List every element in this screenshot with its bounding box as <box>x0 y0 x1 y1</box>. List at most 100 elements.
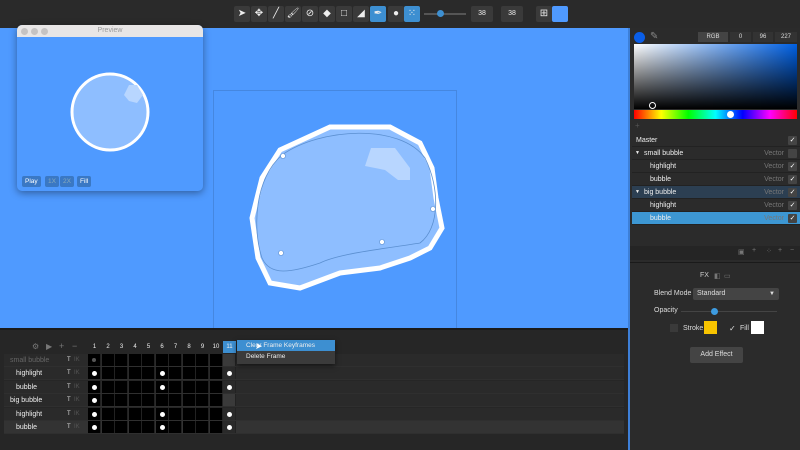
tween-toggle[interactable]: T <box>67 421 71 434</box>
speed-1x-button[interactable]: 1X <box>45 176 59 187</box>
fill-slash-tool-icon[interactable]: ⊘ <box>302 6 318 22</box>
timeline-row[interactable]: bubble T IK <box>4 421 624 434</box>
frame-cell[interactable] <box>101 421 115 433</box>
frame-cell[interactable] <box>128 367 142 380</box>
export-tab-icon[interactable]: ▭ <box>724 272 731 280</box>
add-swatch-icon[interactable]: + <box>635 121 640 130</box>
saturation-value-picker[interactable] <box>634 44 797 109</box>
frame-cell[interactable] <box>101 407 115 420</box>
keyframe-dot[interactable] <box>92 371 97 377</box>
frame-cell[interactable] <box>101 394 115 407</box>
frame-cell[interactable] <box>142 421 155 433</box>
frame-cell[interactable] <box>196 367 209 380</box>
layer-visibility-checkbox[interactable]: ✓ <box>788 162 797 171</box>
frame-cell[interactable] <box>142 407 155 420</box>
frame-cell[interactable] <box>142 394 155 407</box>
layer-tab-icon[interactable]: ◧ <box>714 272 721 280</box>
zoom-window-button[interactable] <box>41 28 48 35</box>
ik-toggle[interactable]: IK <box>74 421 80 434</box>
keyframe-dot[interactable] <box>159 371 165 377</box>
frame-cell[interactable] <box>115 354 128 366</box>
keyframe-dot[interactable] <box>159 425 165 430</box>
disclosure-triangle-icon[interactable]: ▼ <box>635 147 640 160</box>
brush-size-slider[interactable] <box>424 10 466 17</box>
preview-titlebar[interactable]: Preview <box>17 25 203 37</box>
frame-cell[interactable] <box>115 421 128 433</box>
layer-visibility-checkbox[interactable]: ✓ <box>788 201 797 210</box>
keyframe-dot[interactable] <box>227 411 232 417</box>
effects-tab-icon[interactable]: FX <box>700 272 709 279</box>
frame-cell[interactable] <box>169 421 182 433</box>
frame-cell[interactable] <box>169 354 182 366</box>
delete-frame-menu-item[interactable]: Delete Frame <box>237 351 335 362</box>
frame-cell[interactable] <box>128 380 142 393</box>
frame-cell[interactable] <box>88 367 101 380</box>
frame-cell[interactable] <box>101 380 115 393</box>
frame-cell[interactable] <box>182 394 196 407</box>
blue-input[interactable]: 227 <box>775 32 797 42</box>
pen-vector-tool-icon[interactable]: ✒ <box>370 6 386 22</box>
frame-cell[interactable] <box>101 354 115 366</box>
keyframe-dot[interactable] <box>92 398 97 404</box>
frame-cell[interactable] <box>155 407 169 420</box>
frame-cell[interactable] <box>182 354 196 366</box>
frame-number[interactable]: 8 <box>183 341 196 353</box>
keyframe-dot[interactable] <box>227 425 232 430</box>
layer-row[interactable]: bubble Vector ✓ <box>632 212 800 225</box>
frame-cell[interactable] <box>223 394 236 407</box>
keyframe-dot[interactable] <box>159 411 165 417</box>
play-button[interactable]: Play <box>22 176 41 187</box>
add-layer-icon[interactable]: + <box>752 247 756 254</box>
play-icon[interactable]: ▶ <box>46 342 52 351</box>
frame-cell[interactable] <box>209 367 223 380</box>
frame-cell[interactable] <box>209 354 223 366</box>
frame-cell[interactable] <box>169 380 182 393</box>
frame-number[interactable]: 9 <box>196 341 209 353</box>
clear-frame-keyframes-menu-item[interactable]: Clear Frame Keyframes <box>237 340 335 351</box>
layer-row[interactable]: ▼ big bubble Vector ✓ <box>632 186 800 199</box>
frame-cell[interactable] <box>155 367 169 380</box>
frame-cell[interactable] <box>115 394 128 407</box>
frame-cell[interactable] <box>182 421 196 433</box>
frame-number[interactable]: 4 <box>129 341 142 353</box>
settings-gear-icon[interactable]: ⚙ <box>32 342 39 351</box>
ik-toggle[interactable]: IK <box>74 367 80 380</box>
opacity-slider[interactable] <box>681 308 777 315</box>
tween-toggle[interactable]: T <box>67 394 71 407</box>
frame-cell[interactable] <box>223 367 236 380</box>
frame-cell[interactable] <box>88 407 101 420</box>
frame-cell[interactable] <box>196 421 209 433</box>
frame-cell[interactable] <box>223 407 236 420</box>
layer-row[interactable]: highlight Vector ✓ <box>632 199 800 212</box>
delete-layer-icon[interactable]: − <box>790 247 794 254</box>
canvas-color-swatch[interactable] <box>552 6 568 22</box>
frame-cell[interactable] <box>209 380 223 393</box>
frame-cell[interactable] <box>128 394 142 407</box>
remove-frame-icon[interactable]: − <box>72 341 77 351</box>
frame-number[interactable]: 11 <box>223 341 236 353</box>
frame-cell[interactable] <box>142 367 155 380</box>
frame-cell[interactable] <box>209 407 223 420</box>
add-group-icon[interactable]: ⁘ <box>766 247 772 255</box>
frame-cell[interactable] <box>155 394 169 407</box>
frame-cell[interactable] <box>223 421 236 433</box>
frame-cell[interactable] <box>209 394 223 407</box>
disclosure-triangle-icon[interactable]: ▼ <box>635 186 640 199</box>
frame-number[interactable]: 2 <box>102 341 115 353</box>
frame-cell[interactable] <box>209 421 223 433</box>
frame-number[interactable]: 1 <box>88 341 101 353</box>
move-tool-icon[interactable]: ✥ <box>251 6 267 22</box>
frame-cell[interactable] <box>128 354 142 366</box>
keyframe-dot[interactable] <box>227 384 232 390</box>
rectangle-tool-icon[interactable]: □ <box>336 6 352 22</box>
frame-cell[interactable] <box>115 407 128 420</box>
blend-mode-select[interactable]: Standard ▼ <box>693 288 779 300</box>
green-input[interactable]: 96 <box>753 32 773 42</box>
frame-cell[interactable] <box>169 367 182 380</box>
frame-cell[interactable] <box>182 367 196 380</box>
keyframe-dot[interactable] <box>92 411 97 417</box>
frame-cell[interactable] <box>88 421 101 433</box>
circle-brush-icon[interactable]: ● <box>388 6 404 22</box>
frame-number[interactable]: 5 <box>142 341 155 353</box>
brush-tool-icon[interactable]: 🖌 <box>285 6 301 22</box>
